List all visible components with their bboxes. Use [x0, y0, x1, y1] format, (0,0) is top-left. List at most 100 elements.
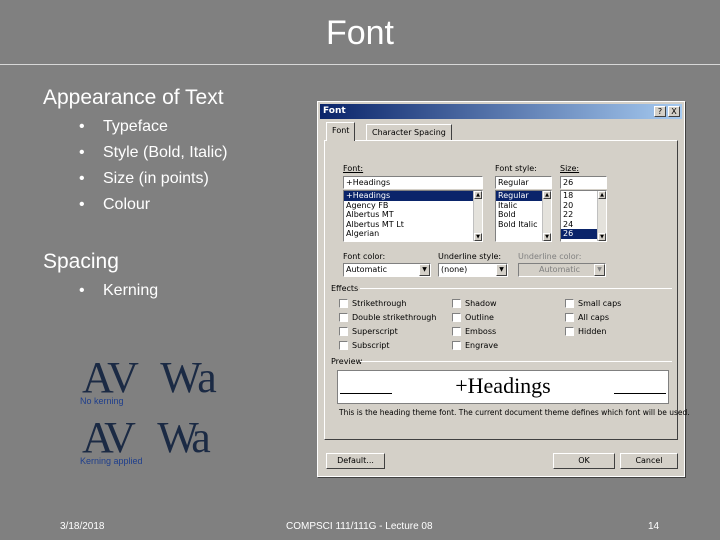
- scroll-down-icon[interactable]: ▼: [598, 233, 606, 241]
- preview-line-right: [614, 393, 666, 394]
- checkbox-box[interactable]: [339, 341, 348, 350]
- preview-divider: [360, 361, 672, 362]
- checkbox-label: Superscript: [352, 327, 398, 336]
- close-button[interactable]: X: [668, 106, 680, 117]
- checkbox-engrave[interactable]: Engrave: [452, 341, 498, 350]
- checkbox-box[interactable]: [339, 327, 348, 336]
- title-divider: [0, 64, 720, 65]
- checkbox-strikethrough[interactable]: Strikethrough: [339, 299, 406, 308]
- font-style-input[interactable]: Regular: [495, 176, 552, 189]
- default-button[interactable]: Default...: [326, 453, 385, 469]
- checkbox-label: Subscript: [352, 341, 390, 350]
- font-color-select[interactable]: Automatic ▼: [343, 263, 431, 277]
- font-color-value: Automatic: [346, 265, 388, 274]
- checkbox-label: Emboss: [465, 327, 497, 336]
- font-style-listbox[interactable]: Regular Italic Bold Bold Italic ▲ ▼: [495, 190, 552, 242]
- font-color-label: Font color:: [343, 252, 386, 261]
- kerning-caption-kerned: Kerning applied: [80, 456, 143, 466]
- dialog-title: Font: [323, 106, 346, 116]
- scroll-up-icon[interactable]: ▲: [598, 191, 606, 199]
- list-item[interactable]: Regular: [496, 191, 542, 201]
- list-item[interactable]: Agency FB: [344, 201, 482, 211]
- checkbox-box[interactable]: [565, 299, 574, 308]
- checkbox-label: All caps: [578, 313, 610, 322]
- footer-course: COMPSCI 111/111G - Lecture 08: [286, 521, 433, 532]
- underline-color-select: Automatic ▼: [518, 263, 606, 277]
- font-listbox[interactable]: +Headings Agency FB Albertus MT Albertus…: [343, 190, 483, 242]
- checkbox-box[interactable]: [452, 341, 461, 350]
- checkbox-box[interactable]: [339, 299, 348, 308]
- scroll-down-icon[interactable]: ▼: [543, 233, 551, 241]
- checkbox-superscript[interactable]: Superscript: [339, 327, 398, 336]
- list-item: Typeface: [75, 114, 227, 140]
- scroll-up-icon[interactable]: ▲: [543, 191, 551, 199]
- checkbox-box[interactable]: [339, 313, 348, 322]
- footer-date: 3/18/2018: [60, 521, 105, 532]
- checkbox-hidden[interactable]: Hidden: [565, 327, 606, 336]
- slide-title: Font: [325, 14, 395, 52]
- list-item[interactable]: Algerian: [344, 229, 482, 239]
- checkbox-label: Shadow: [465, 299, 497, 308]
- checkbox-subscript[interactable]: Subscript: [339, 341, 390, 350]
- checkbox-box[interactable]: [452, 327, 461, 336]
- checkbox-label: Hidden: [578, 327, 607, 336]
- checkbox-box[interactable]: [565, 313, 574, 322]
- ok-button[interactable]: OK: [553, 453, 615, 469]
- underline-color-value: Automatic: [539, 265, 581, 274]
- list-item[interactable]: +Headings: [344, 191, 473, 201]
- kerning-caption-unkerned: No kerning: [80, 396, 124, 406]
- scroll-up-icon[interactable]: ▲: [474, 191, 482, 199]
- heading-spacing: Spacing: [43, 250, 119, 273]
- preview-label: Preview: [331, 357, 363, 366]
- checkbox-label: Double strikethrough: [352, 313, 437, 322]
- checkbox-box[interactable]: [452, 313, 461, 322]
- spacing-list: Kerning: [75, 278, 158, 304]
- list-item[interactable]: Albertus MT: [344, 210, 482, 220]
- appearance-list: Typeface Style (Bold, Italic) Size (in p…: [75, 114, 227, 218]
- chevron-down-icon: ▼: [594, 264, 605, 276]
- size-listbox[interactable]: 18 20 22 24 26 ▲ ▼: [560, 190, 607, 242]
- font-style-label: Font style:: [495, 164, 537, 173]
- scroll-down-icon[interactable]: ▼: [474, 233, 482, 241]
- font-input[interactable]: +Headings: [343, 176, 483, 189]
- preview-description: This is the heading theme font. The curr…: [339, 408, 690, 417]
- tab-character-spacing[interactable]: Character Spacing: [366, 124, 452, 140]
- font-dialog: Font ? X Font Character Spacing Font: +H…: [317, 101, 690, 477]
- list-item[interactable]: 26: [561, 229, 597, 239]
- checkbox-small-caps[interactable]: Small caps: [565, 299, 621, 308]
- checkbox-box[interactable]: [452, 299, 461, 308]
- list-item: Colour: [75, 192, 227, 218]
- cancel-button[interactable]: Cancel: [620, 453, 678, 469]
- underline-color-label: Underline color:: [518, 252, 582, 261]
- checkbox-box[interactable]: [565, 327, 574, 336]
- chevron-down-icon[interactable]: ▼: [419, 264, 430, 276]
- chevron-down-icon[interactable]: ▼: [496, 264, 507, 276]
- preview-text: +Headings: [455, 373, 551, 398]
- underline-style-value: (none): [441, 265, 468, 274]
- checkbox-outline[interactable]: Outline: [452, 313, 494, 322]
- checkbox-all-caps[interactable]: All caps: [565, 313, 609, 322]
- checkbox-shadow[interactable]: Shadow: [452, 299, 497, 308]
- help-button[interactable]: ?: [654, 106, 666, 117]
- font-label: Font:: [343, 164, 364, 173]
- heading-appearance: Appearance of Text: [43, 86, 224, 109]
- dialog-titlebar: Font ? X: [320, 104, 682, 119]
- tab-font[interactable]: Font: [326, 122, 356, 141]
- checkbox-label: Outline: [465, 313, 494, 322]
- list-item: Size (in points): [75, 166, 227, 192]
- checkbox-label: Engrave: [465, 341, 499, 350]
- checkbox-label: Small caps: [578, 299, 622, 308]
- scrollbar[interactable]: ▲ ▼: [542, 191, 551, 241]
- list-item[interactable]: Albertus MT Lt: [344, 220, 482, 230]
- underline-style-label: Underline style:: [438, 252, 502, 261]
- size-input[interactable]: 26: [560, 176, 607, 189]
- underline-style-select[interactable]: (none) ▼: [438, 263, 508, 277]
- preview-box: +Headings: [337, 370, 669, 404]
- scrollbar[interactable]: ▲ ▼: [597, 191, 606, 241]
- list-item: Kerning: [75, 278, 158, 304]
- checkbox-label: Strikethrough: [352, 299, 407, 308]
- size-label: Size:: [560, 164, 580, 173]
- checkbox-double-strikethrough[interactable]: Double strikethrough: [339, 313, 436, 322]
- checkbox-emboss[interactable]: Emboss: [452, 327, 496, 336]
- scrollbar[interactable]: ▲ ▼: [473, 191, 482, 241]
